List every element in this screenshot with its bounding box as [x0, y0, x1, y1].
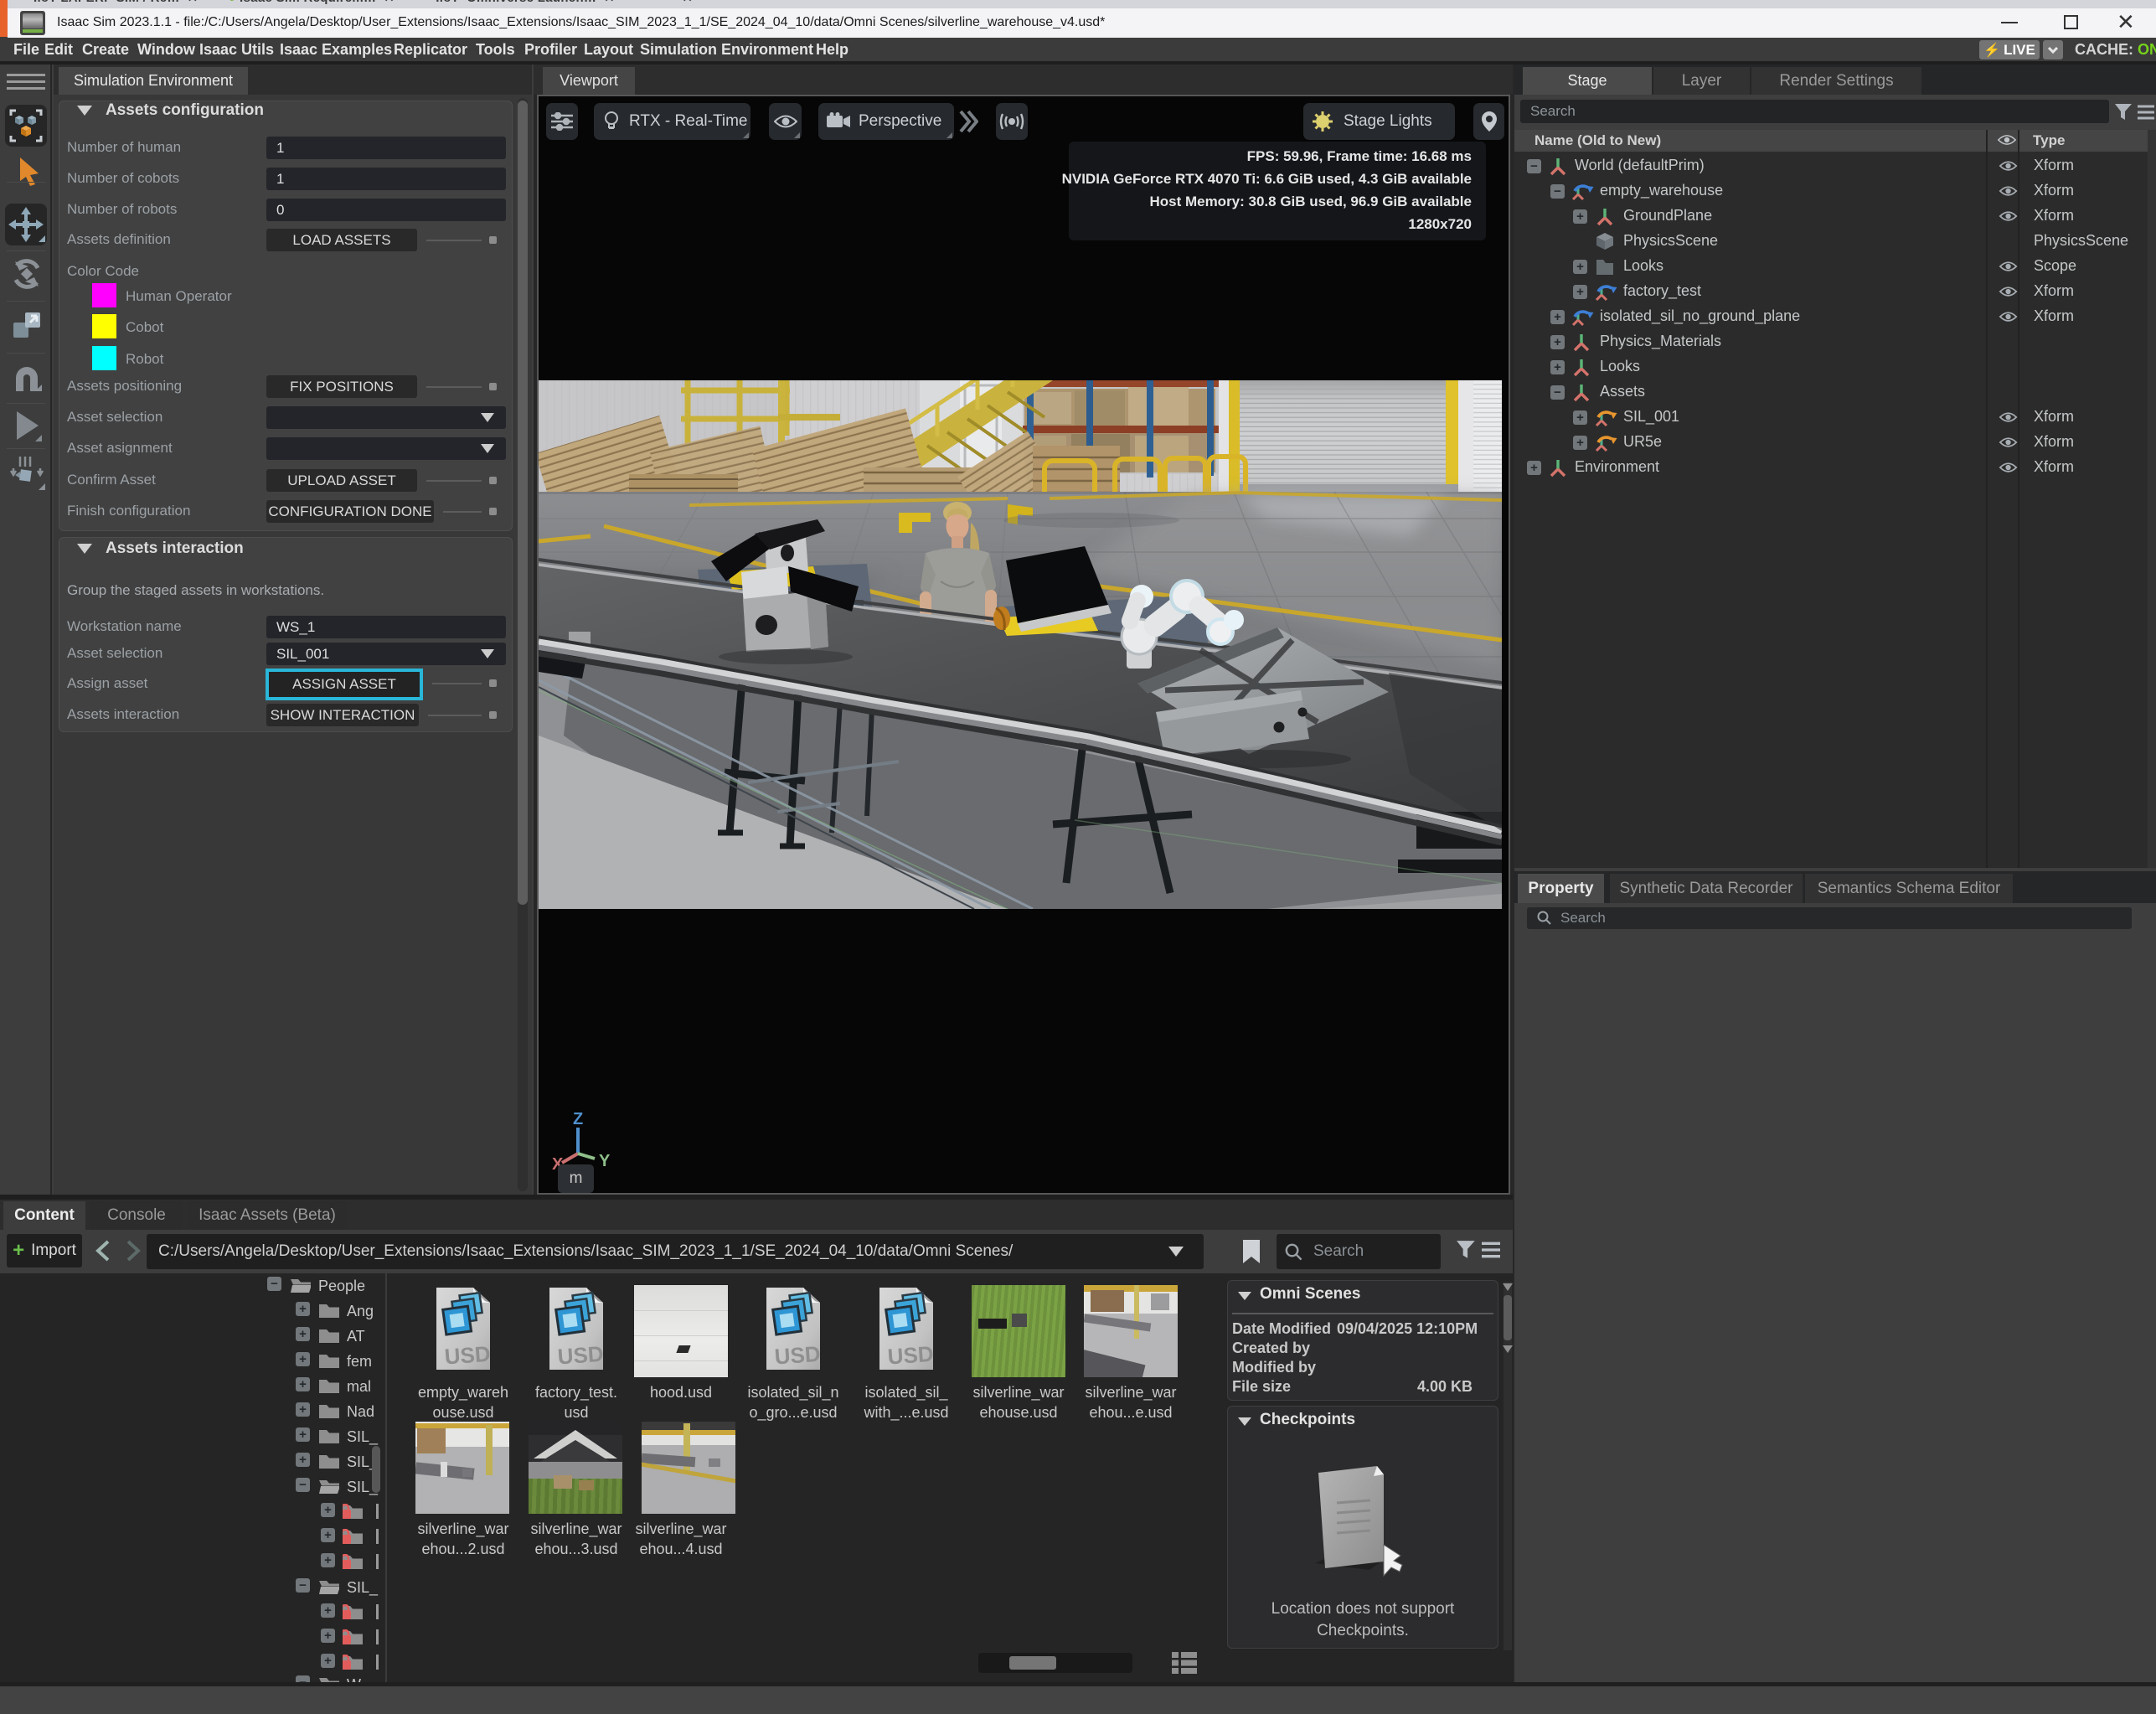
svg-text:Y: Y [599, 1152, 611, 1170]
svg-text:Z: Z [573, 1110, 583, 1128]
